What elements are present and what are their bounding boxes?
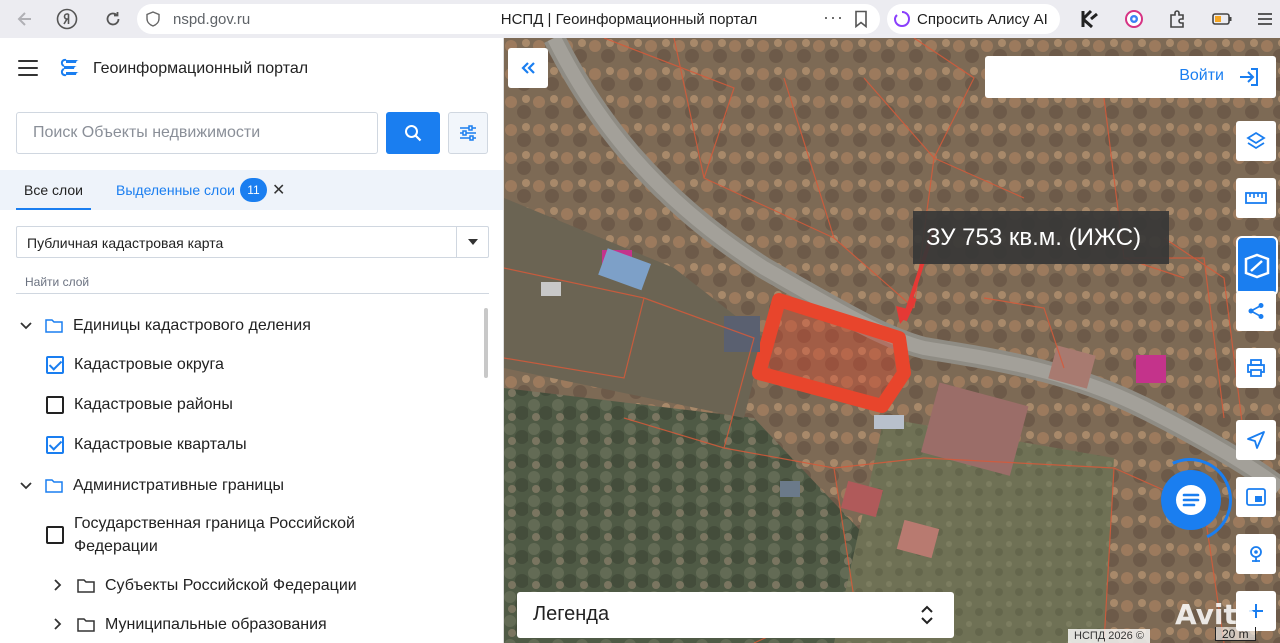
map-copyright: НСПД 2026 © [1068,629,1150,643]
tree-item-label[interactable]: Единицы кадастрового деления [73,314,311,337]
layer-checkbox[interactable] [46,396,64,414]
reload-icon [106,12,120,26]
tree-item-label: Государственная граница Российской Федер… [74,515,355,555]
tree-item-label: Кадастровые округа [74,356,224,373]
mark-button[interactable] [1236,236,1278,296]
tab-all-layers[interactable]: Все слои [16,170,91,210]
search-button[interactable] [386,112,440,154]
alice-label: Спросить Алису AI [917,10,1048,28]
clear-selected-icon[interactable]: ✕ [272,180,285,200]
map-scale: 20 m [1215,627,1256,641]
panel-scrollbar[interactable] [484,308,488,378]
layer-checkbox[interactable] [46,356,64,374]
arrow-left-icon [17,12,31,26]
address-bar[interactable]: nspd.gov.ru НСПД | Геоинформационный пор… [137,4,880,34]
find-layer-label[interactable]: Найти слой [25,275,89,289]
layers-icon [1246,131,1266,150]
mark-icon [1244,253,1270,279]
portal-title: Геоинформационный портал [93,60,309,77]
print-icon [1247,359,1265,377]
folder-icon [77,579,95,593]
reload-button[interactable] [98,4,128,34]
extensions-puzzle-icon[interactable] [1167,8,1189,30]
shield-icon [146,11,160,27]
layers-button[interactable] [1236,121,1276,161]
tree-item-label[interactable]: Административные границы [73,474,284,497]
url-text: nspd.gov.ru [173,11,251,28]
login-label: Войти [1179,67,1224,84]
folder-icon [45,319,63,333]
share-button[interactable] [1236,291,1276,331]
search-field[interactable] [16,112,378,154]
chevron-down-icon[interactable] [19,479,33,493]
share-icon [1248,303,1264,319]
minimap-icon [1246,488,1266,506]
basemap-select[interactable]: Публичная кадастровая карта [16,226,489,258]
navigate-icon [1247,431,1265,449]
page-title: НСПД | Геоинформационный портал [500,11,758,28]
double-chevron-left-icon [521,62,535,74]
sliders-icon [460,125,476,141]
navigate-button[interactable] [1236,420,1276,460]
expand-collapse-icon[interactable] [920,604,934,626]
legend-label: Легенда [533,603,610,625]
dropdown-arrow-icon[interactable] [456,227,488,257]
browser-toolbar: nspd.gov.ru НСПД | Геоинформационный пор… [0,0,1280,38]
map-imagery [504,38,1280,643]
find-layer-underline [16,293,489,294]
tree-item-label: Кадастровые кварталы [74,436,247,453]
collapse-panel-button[interactable] [508,48,548,88]
tree-item-label[interactable]: Муниципальные образования [105,613,327,636]
bookmark-icon[interactable] [853,10,869,28]
chat-button[interactable] [1161,470,1221,530]
layers-panel: Геоинформационный портал Все слои Выделе… [0,38,504,643]
folder-icon [77,618,95,632]
hamburger-menu-icon[interactable] [18,60,38,76]
satellite-map[interactable] [504,38,1280,643]
chat-icon [1176,485,1206,515]
layer-checkbox[interactable] [46,436,64,454]
selected-count-badge: 11 [240,178,267,202]
login-icon [1240,68,1258,86]
folder-icon [45,479,63,493]
chevron-right-icon[interactable] [51,578,65,592]
extension-k-icon[interactable] [1079,8,1101,30]
tree-item-label[interactable]: Субъекты Российской Федерации [105,574,357,597]
layer-tabs: Все слои Выделенные слои 11 ✕ [0,170,503,210]
layer-checkbox[interactable] [46,526,64,544]
back-button[interactable] [10,4,40,34]
search-input[interactable] [17,113,377,153]
legend-panel[interactable]: Легенда [517,592,954,638]
alice-icon [893,11,911,28]
minimap-button[interactable] [1236,477,1276,517]
location-button[interactable] [1236,534,1276,574]
location-icon [1250,546,1262,562]
more-icon[interactable]: ··· [823,7,844,28]
yandex-icon [56,8,78,30]
ruler-icon [1245,192,1267,204]
chevron-down-icon[interactable] [19,319,33,333]
tree-item-label: Кадастровые районы [74,396,233,413]
login-button[interactable]: Войти [985,56,1276,98]
tab-selected-layers[interactable]: Выделенные слои [116,170,235,210]
portal-logo-icon [60,58,79,77]
basemap-select-value: Публичная кадастровая карта [27,235,224,251]
filter-button[interactable] [448,112,488,154]
chevron-right-icon[interactable] [51,617,65,631]
search-icon [405,125,422,142]
ask-alice-button[interactable]: Спросить Алису AI [887,4,1060,34]
yandex-button[interactable] [52,4,82,34]
print-button[interactable] [1236,348,1276,388]
menu-icon[interactable] [1254,8,1276,30]
extension-target-icon[interactable] [1123,8,1145,30]
parcel-annotation: ЗУ 753 кв.м. (ИЖС) [913,211,1169,264]
measure-button[interactable] [1236,178,1276,218]
battery-icon[interactable] [1211,8,1233,30]
